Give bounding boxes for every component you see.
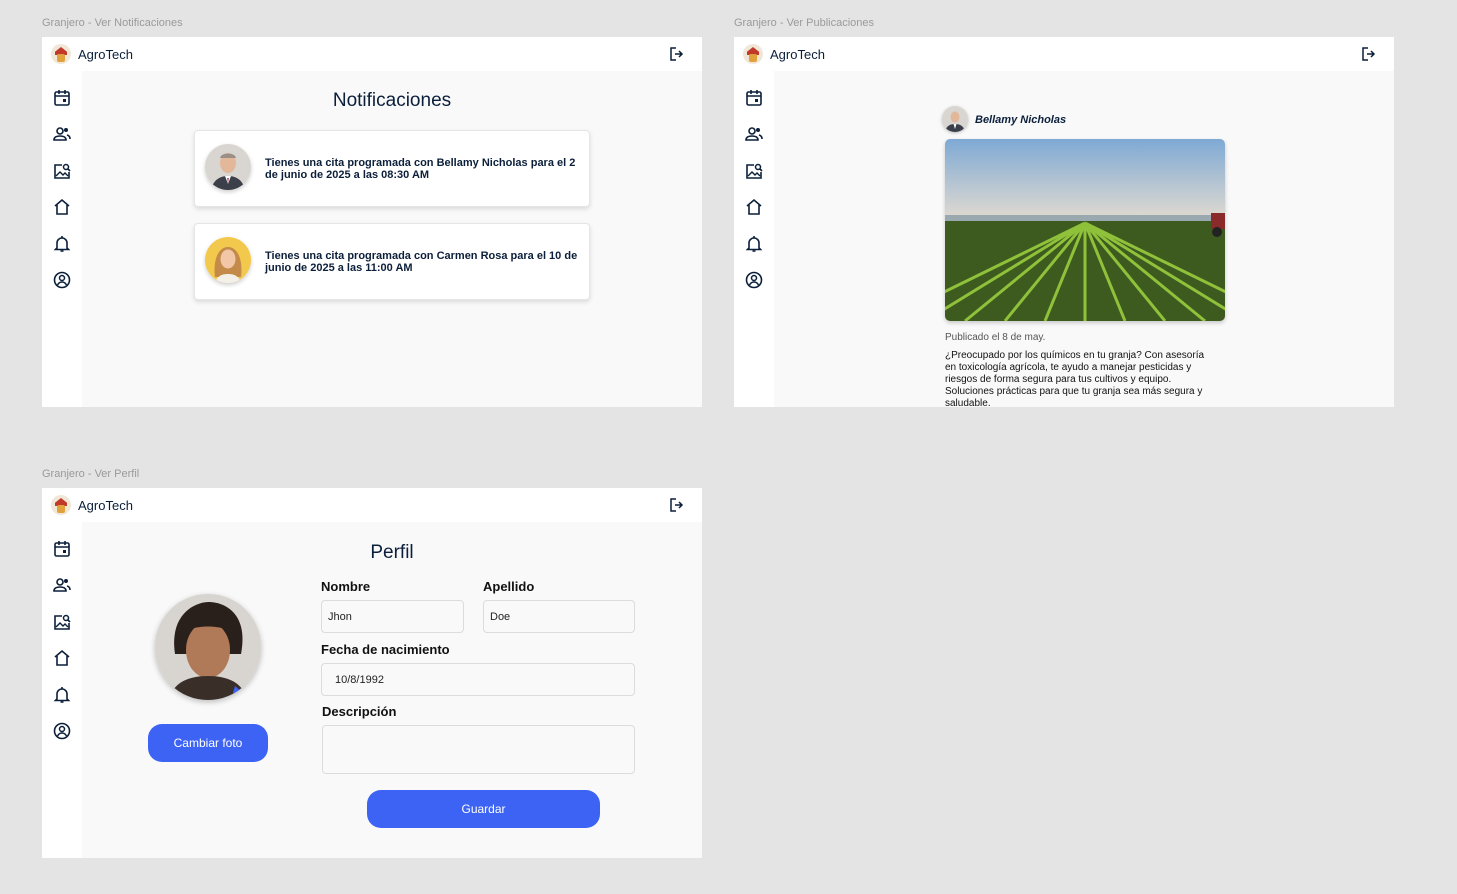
change-photo-button[interactable]: Cambiar foto — [148, 724, 268, 762]
frame-perfil: AgroTech Perfil Cambiar foto Nombre Jhon… — [42, 488, 702, 858]
calendar-icon[interactable] — [53, 89, 71, 107]
sidebar — [734, 71, 774, 407]
woman-avatar — [205, 237, 251, 283]
page-title: Notificaciones — [332, 90, 452, 111]
profile-icon[interactable] — [745, 271, 763, 289]
frame-label-publicaciones: Granjero - Ver Publicaciones — [734, 17, 875, 29]
image-search-icon[interactable] — [745, 162, 763, 180]
descripcion-label: Descripción — [322, 704, 397, 719]
frame-label-perfil: Granjero - Ver Perfil — [42, 468, 140, 480]
home-icon[interactable] — [53, 198, 71, 216]
home-icon[interactable] — [53, 649, 71, 667]
agrotech-logo-icon — [51, 44, 71, 64]
agrotech-logo-icon — [743, 44, 763, 64]
logout-icon[interactable] — [668, 497, 684, 513]
author-name[interactable]: Bellamy Nicholas — [975, 114, 1066, 126]
image-search-icon[interactable] — [53, 613, 71, 631]
brand-name: AgroTech — [770, 46, 825, 62]
post-date: Publicado el 8 de may. — [945, 332, 1046, 343]
author-avatar[interactable] — [942, 106, 968, 132]
descripcion-field[interactable] — [322, 725, 635, 774]
frame-label-notificaciones: Granjero - Ver Notificaciones — [42, 17, 183, 29]
logout-icon[interactable] — [1360, 46, 1376, 62]
top-bar: AgroTech — [42, 488, 702, 522]
top-bar: AgroTech — [42, 37, 702, 71]
profile-icon[interactable] — [53, 722, 71, 740]
brand-name: AgroTech — [78, 46, 133, 62]
save-button[interactable]: Guardar — [367, 790, 600, 828]
calendar-icon[interactable] — [53, 540, 71, 558]
notification-text: Tienes una cita programada con Carmen Ro… — [265, 250, 578, 274]
users-icon[interactable] — [53, 576, 71, 594]
agrotech-logo-icon — [51, 495, 71, 515]
image-search-icon[interactable] — [53, 162, 71, 180]
users-icon[interactable] — [53, 125, 71, 143]
top-bar: AgroTech — [734, 37, 1394, 71]
home-icon[interactable] — [745, 198, 763, 216]
man-avatar — [205, 144, 251, 190]
logout-icon[interactable] — [668, 46, 684, 62]
sidebar — [42, 71, 82, 407]
profile-icon[interactable] — [53, 271, 71, 289]
post-text: ¿Preocupado por los químicos en tu granj… — [945, 350, 1205, 407]
notification-text: Tienes una cita programada con Bellamy N… — [265, 157, 576, 181]
frame-notificaciones: AgroTech Notificaciones Tienes una cita … — [42, 37, 702, 407]
nombre-label: Nombre — [321, 579, 371, 594]
page-title: Perfil — [370, 542, 414, 563]
frame-publicaciones: AgroTech Bellamy Nicholas Publicado el 8… — [734, 37, 1394, 407]
fecha-nacimiento-label: Fecha de nacimiento — [321, 642, 450, 657]
bell-icon[interactable] — [53, 686, 71, 704]
post-image — [945, 139, 1225, 321]
apellido-field[interactable]: Doe — [483, 600, 635, 633]
fecha-nacimiento-field[interactable]: 10/8/1992 — [321, 663, 635, 696]
sidebar — [42, 522, 82, 858]
bell-icon[interactable] — [745, 235, 763, 253]
users-icon[interactable] — [745, 125, 763, 143]
apellido-label: Apellido — [483, 579, 535, 594]
nombre-field[interactable]: Jhon — [321, 600, 464, 633]
notification-card[interactable]: Tienes una cita programada con Bellamy N… — [194, 130, 590, 207]
profile-photo — [155, 594, 261, 700]
bell-icon[interactable] — [53, 235, 71, 253]
brand-name: AgroTech — [78, 497, 133, 513]
calendar-icon[interactable] — [745, 89, 763, 107]
notification-card[interactable]: Tienes una cita programada con Carmen Ro… — [194, 223, 590, 300]
